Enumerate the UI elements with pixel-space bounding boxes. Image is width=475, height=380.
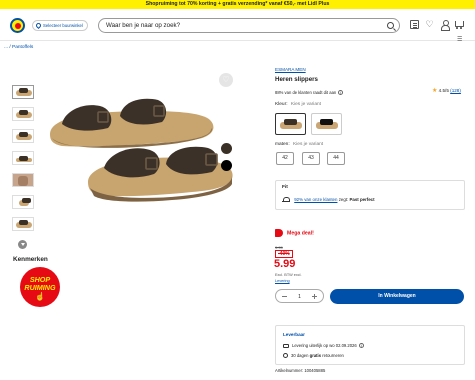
quantity-stepper[interactable]: 1 (275, 289, 324, 303)
size-option-43[interactable]: 43 (302, 152, 320, 165)
thumbnail-4[interactable] (12, 151, 34, 165)
recommend-label: 88% van de klanten raadt dit aan (275, 90, 337, 95)
return-icon (283, 353, 288, 359)
promo-banner[interactable]: Shopruiming tot 70% korting + gratis ver… (0, 0, 475, 9)
returns-post: retourneren (322, 353, 344, 358)
location-pin-icon (34, 21, 43, 30)
badge-line-2: RUIMING (24, 283, 56, 292)
promo-text: Shopruiming tot 70% korting + gratis ver… (145, 1, 330, 7)
brand-link[interactable]: ESMARA MEN (275, 67, 306, 72)
pointing-hand-icon: ☝ (35, 292, 45, 301)
search-input-value: Waar ben je naar op zoek? (106, 22, 181, 29)
plus-icon[interactable] (312, 294, 317, 299)
product-title: Heren slippers (275, 76, 318, 83)
sandal-back (50, 98, 214, 148)
add-to-cart-button[interactable]: In Winkelwagen (330, 289, 464, 304)
favorite-heart-button[interactable]: ♡ (219, 73, 233, 87)
size-option-44[interactable]: 44 (327, 152, 345, 165)
site-header: Selecteer buurwinkel Waar ben je naar op… (0, 9, 475, 43)
shopruiming-badge: SHOP RUIMING ☝ (20, 267, 60, 307)
info-icon[interactable]: i (358, 343, 364, 348)
color-option-black[interactable] (311, 113, 342, 135)
discount-badge: -40% (275, 250, 293, 258)
returns-pre: 30 dagen (291, 353, 309, 358)
thumbnail-2[interactable] (12, 107, 34, 121)
info-icon[interactable]: i (338, 90, 344, 95)
search-icon[interactable] (387, 22, 394, 29)
shipping-title: Leverbaar (283, 332, 305, 337)
rating-value: 4.5/5 (438, 88, 449, 93)
thumbnail-6[interactable] (12, 195, 34, 209)
recommend-text: 88% van de klanten raadt dit aan i (275, 90, 344, 95)
color-label: Kleur: Kies je variant (275, 102, 321, 107)
breadcrumb-text: ... / Pantoffels (4, 45, 34, 50)
current-price: 5.99 (274, 258, 296, 270)
fit-verdict: Past perfect (349, 197, 375, 202)
megaphone-icon (275, 229, 283, 237)
thumbnail-1[interactable] (12, 85, 34, 99)
returns-bold: gratis (309, 353, 322, 358)
shipping-date-line: Levering uiterlijk op wo 02.09.2026 i (283, 343, 364, 348)
lidl-logo[interactable] (10, 18, 25, 33)
menu-icon[interactable]: ☰ (457, 36, 462, 43)
size-option-42[interactable]: 42 (276, 152, 294, 165)
product-main-image (50, 98, 233, 202)
thumbnail-5[interactable] (12, 173, 34, 187)
delivery-link[interactable]: Levering (275, 279, 290, 283)
deal-label: Mega deal! (275, 229, 314, 237)
cart-icon[interactable] (454, 20, 464, 29)
heart-icon[interactable]: ♡ (425, 20, 434, 29)
fit-title: Fit (282, 185, 288, 190)
rating: ★ 4.5/5 (128) (432, 87, 461, 94)
fit-says: zegt: (338, 197, 349, 202)
article-number: Artikelnummer: 100405885 (275, 368, 326, 373)
thumbnail-7[interactable] (12, 217, 34, 231)
color-label-text: Kleur: (275, 102, 288, 107)
fit-line: 92% van onze klanten zegt: Past perfect (282, 197, 375, 203)
list-icon[interactable] (410, 20, 419, 29)
store-selector-button[interactable]: Selecteer buurwinkel (32, 20, 88, 31)
size-sub-text: Kies je variant (293, 142, 324, 147)
thumbnail-scroll-down-button[interactable] (18, 240, 27, 249)
shoe-icon (282, 197, 290, 203)
shipping-date-text: Levering uiterlijk op wo 02.09.2026 (292, 343, 357, 348)
sandal-front (88, 146, 233, 202)
color-option-brown[interactable] (275, 113, 306, 135)
color-dot-black[interactable] (221, 160, 232, 171)
size-label-text: maten: (275, 142, 290, 147)
features-heading: Kenmerken (13, 256, 48, 263)
user-icon[interactable] (440, 20, 450, 31)
fit-customers-link[interactable]: 92% van onze klanten (294, 197, 337, 202)
truck-icon (283, 343, 289, 348)
returns-line: 30 dagen gratis retourneren (283, 353, 344, 359)
fit-panel: Fit 92% van onze klanten zegt: Past perf… (275, 180, 465, 210)
size-label: maten: Kies je variant (275, 142, 323, 147)
rating-count-link[interactable]: (128) (450, 88, 461, 93)
deal-text: Mega deal! (287, 230, 314, 237)
color-sub-text: Kies je variant (290, 102, 322, 107)
store-selector-label: Selecteer buurwinkel (43, 23, 83, 28)
breadcrumb[interactable]: ... / Pantoffels (4, 45, 33, 50)
vat-note: Excl. BTW excl. (275, 273, 302, 277)
color-dot-brown[interactable] (221, 143, 232, 154)
thumbnail-3[interactable] (12, 129, 34, 143)
search-input[interactable]: Waar ben je naar op zoek? (98, 18, 400, 33)
shipping-panel: Leverbaar Levering uiterlijk op wo 02.09… (275, 325, 465, 365)
star-icon: ★ (432, 88, 438, 94)
